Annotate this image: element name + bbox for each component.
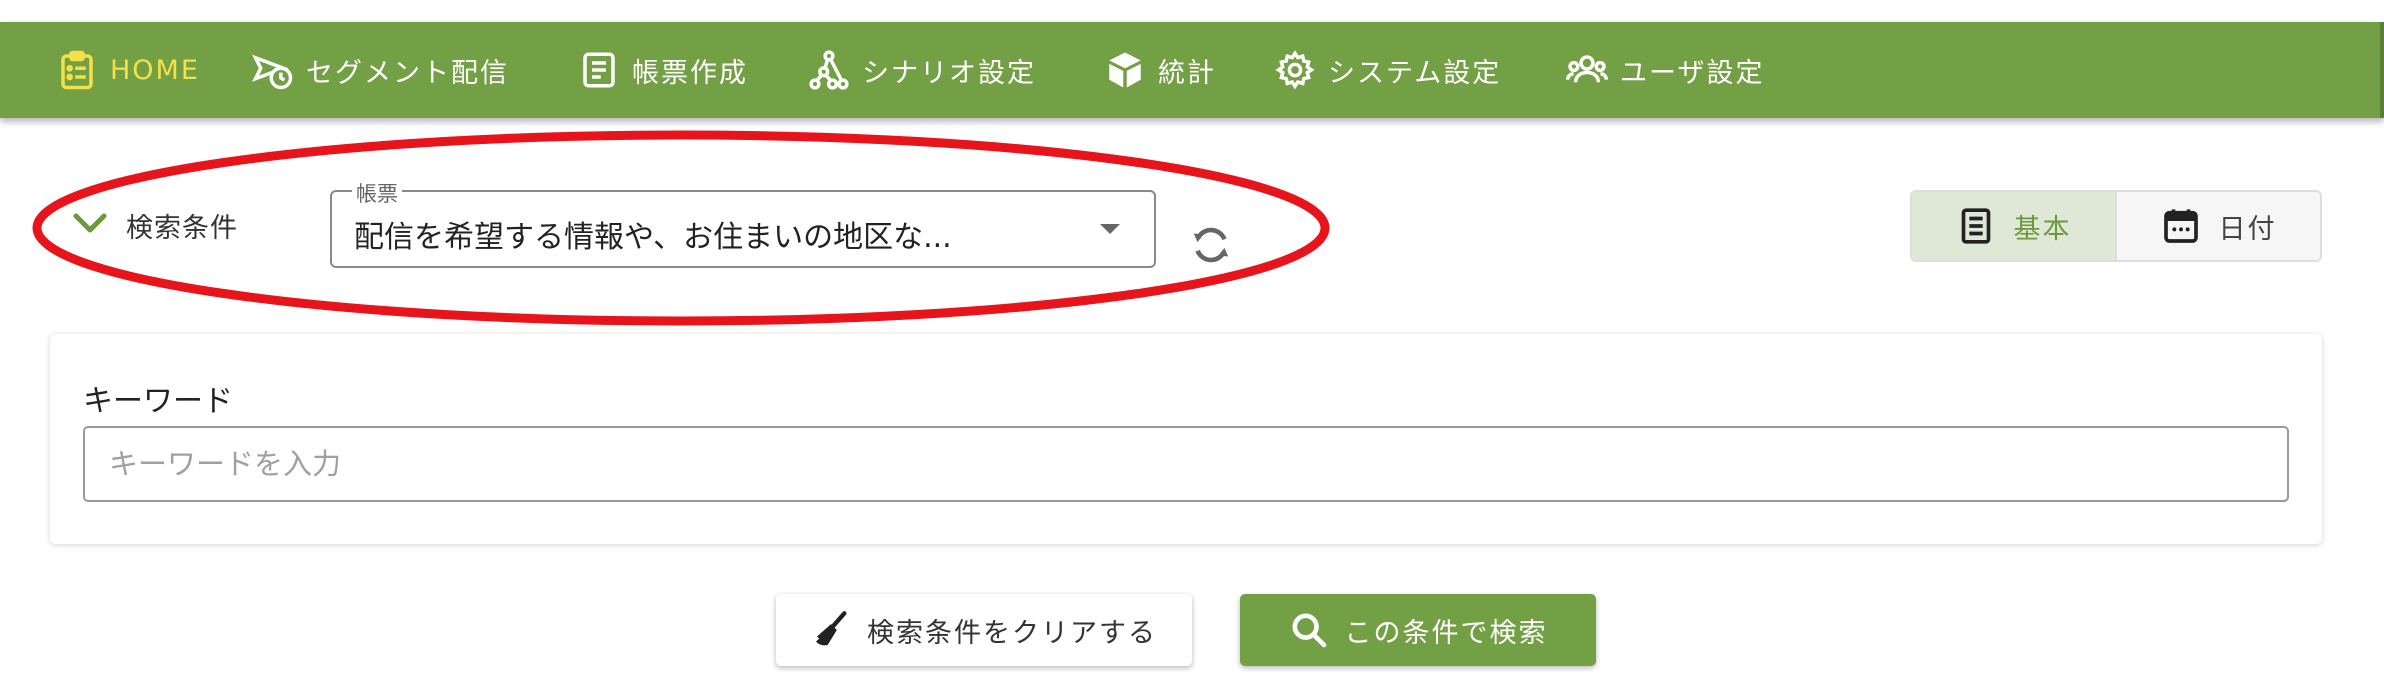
nav-item-system-settings[interactable]: システム設定	[1274, 22, 1501, 118]
form-select[interactable]: 帳票 配信を希望する情報や、お住まいの地区な...	[330, 178, 1156, 268]
nav-item-scenario-settings[interactable]: シナリオ設定	[808, 22, 1036, 118]
calendar-icon	[2161, 206, 2201, 246]
mode-date-button[interactable]: 日付	[2117, 192, 2320, 260]
search-conditions-label[interactable]: 検索条件	[126, 206, 238, 245]
search-icon	[1289, 610, 1329, 650]
document-lines-icon	[578, 49, 620, 91]
mode-basic-label: 基本	[2013, 213, 2072, 245]
top-strip	[0, 0, 2384, 22]
nav-label: シナリオ設定	[862, 57, 1036, 89]
nav-label: 帳票作成	[632, 57, 748, 89]
mode-date-label: 日付	[2218, 213, 2277, 245]
form-select-value: 配信を希望する情報や、お住まいの地区な...	[354, 220, 952, 255]
clipboard-list-icon	[56, 49, 98, 91]
nav-label: 統計	[1158, 57, 1216, 89]
clear-conditions-label: 検索条件をクリアする	[867, 617, 1157, 649]
clear-conditions-button[interactable]: 検索条件をクリアする	[776, 594, 1192, 666]
caret-down-icon	[1100, 224, 1120, 234]
mode-basic-button[interactable]: 基本	[1912, 192, 2117, 260]
mode-toggle: 基本 日付	[1910, 190, 2322, 262]
nav-label: セグメント配信	[306, 57, 509, 89]
keyword-input[interactable]	[83, 426, 2289, 502]
keyword-card: キーワード	[50, 334, 2322, 544]
nav-item-segment-delivery[interactable]: セグメント配信	[252, 22, 509, 118]
nav-item-user-settings[interactable]: ユーザ設定	[1566, 22, 1764, 118]
nav-label: HOME	[110, 54, 200, 86]
nav-label: ユーザ設定	[1620, 57, 1765, 89]
chevron-down-icon[interactable]	[72, 208, 108, 240]
refresh-icon[interactable]	[1188, 222, 1234, 268]
gear-icon	[1274, 49, 1316, 91]
nav-item-form-creation[interactable]: 帳票作成	[578, 22, 748, 118]
nav-item-home[interactable]: HOME	[56, 22, 200, 118]
navbar-edge	[2380, 22, 2384, 118]
main-navbar: HOME セグメント配信 帳票作成 シナリオ設定 統計 システム設定 ユーザ設定	[0, 22, 2384, 118]
broom-icon	[811, 610, 851, 650]
cube-icon	[1104, 49, 1146, 91]
search-button[interactable]: この条件で検索	[1240, 594, 1596, 666]
search-button-label: この条件で検索	[1344, 617, 1548, 649]
users-icon	[1566, 49, 1608, 91]
keyword-label: キーワード	[83, 384, 233, 419]
nav-item-statistics[interactable]: 統計	[1104, 22, 1216, 118]
nav-label: システム設定	[1328, 57, 1502, 89]
form-select-legend: 帳票	[352, 178, 402, 208]
send-clock-icon	[252, 49, 294, 91]
form-document-icon	[1956, 206, 1996, 246]
scenario-graph-icon	[808, 49, 850, 91]
